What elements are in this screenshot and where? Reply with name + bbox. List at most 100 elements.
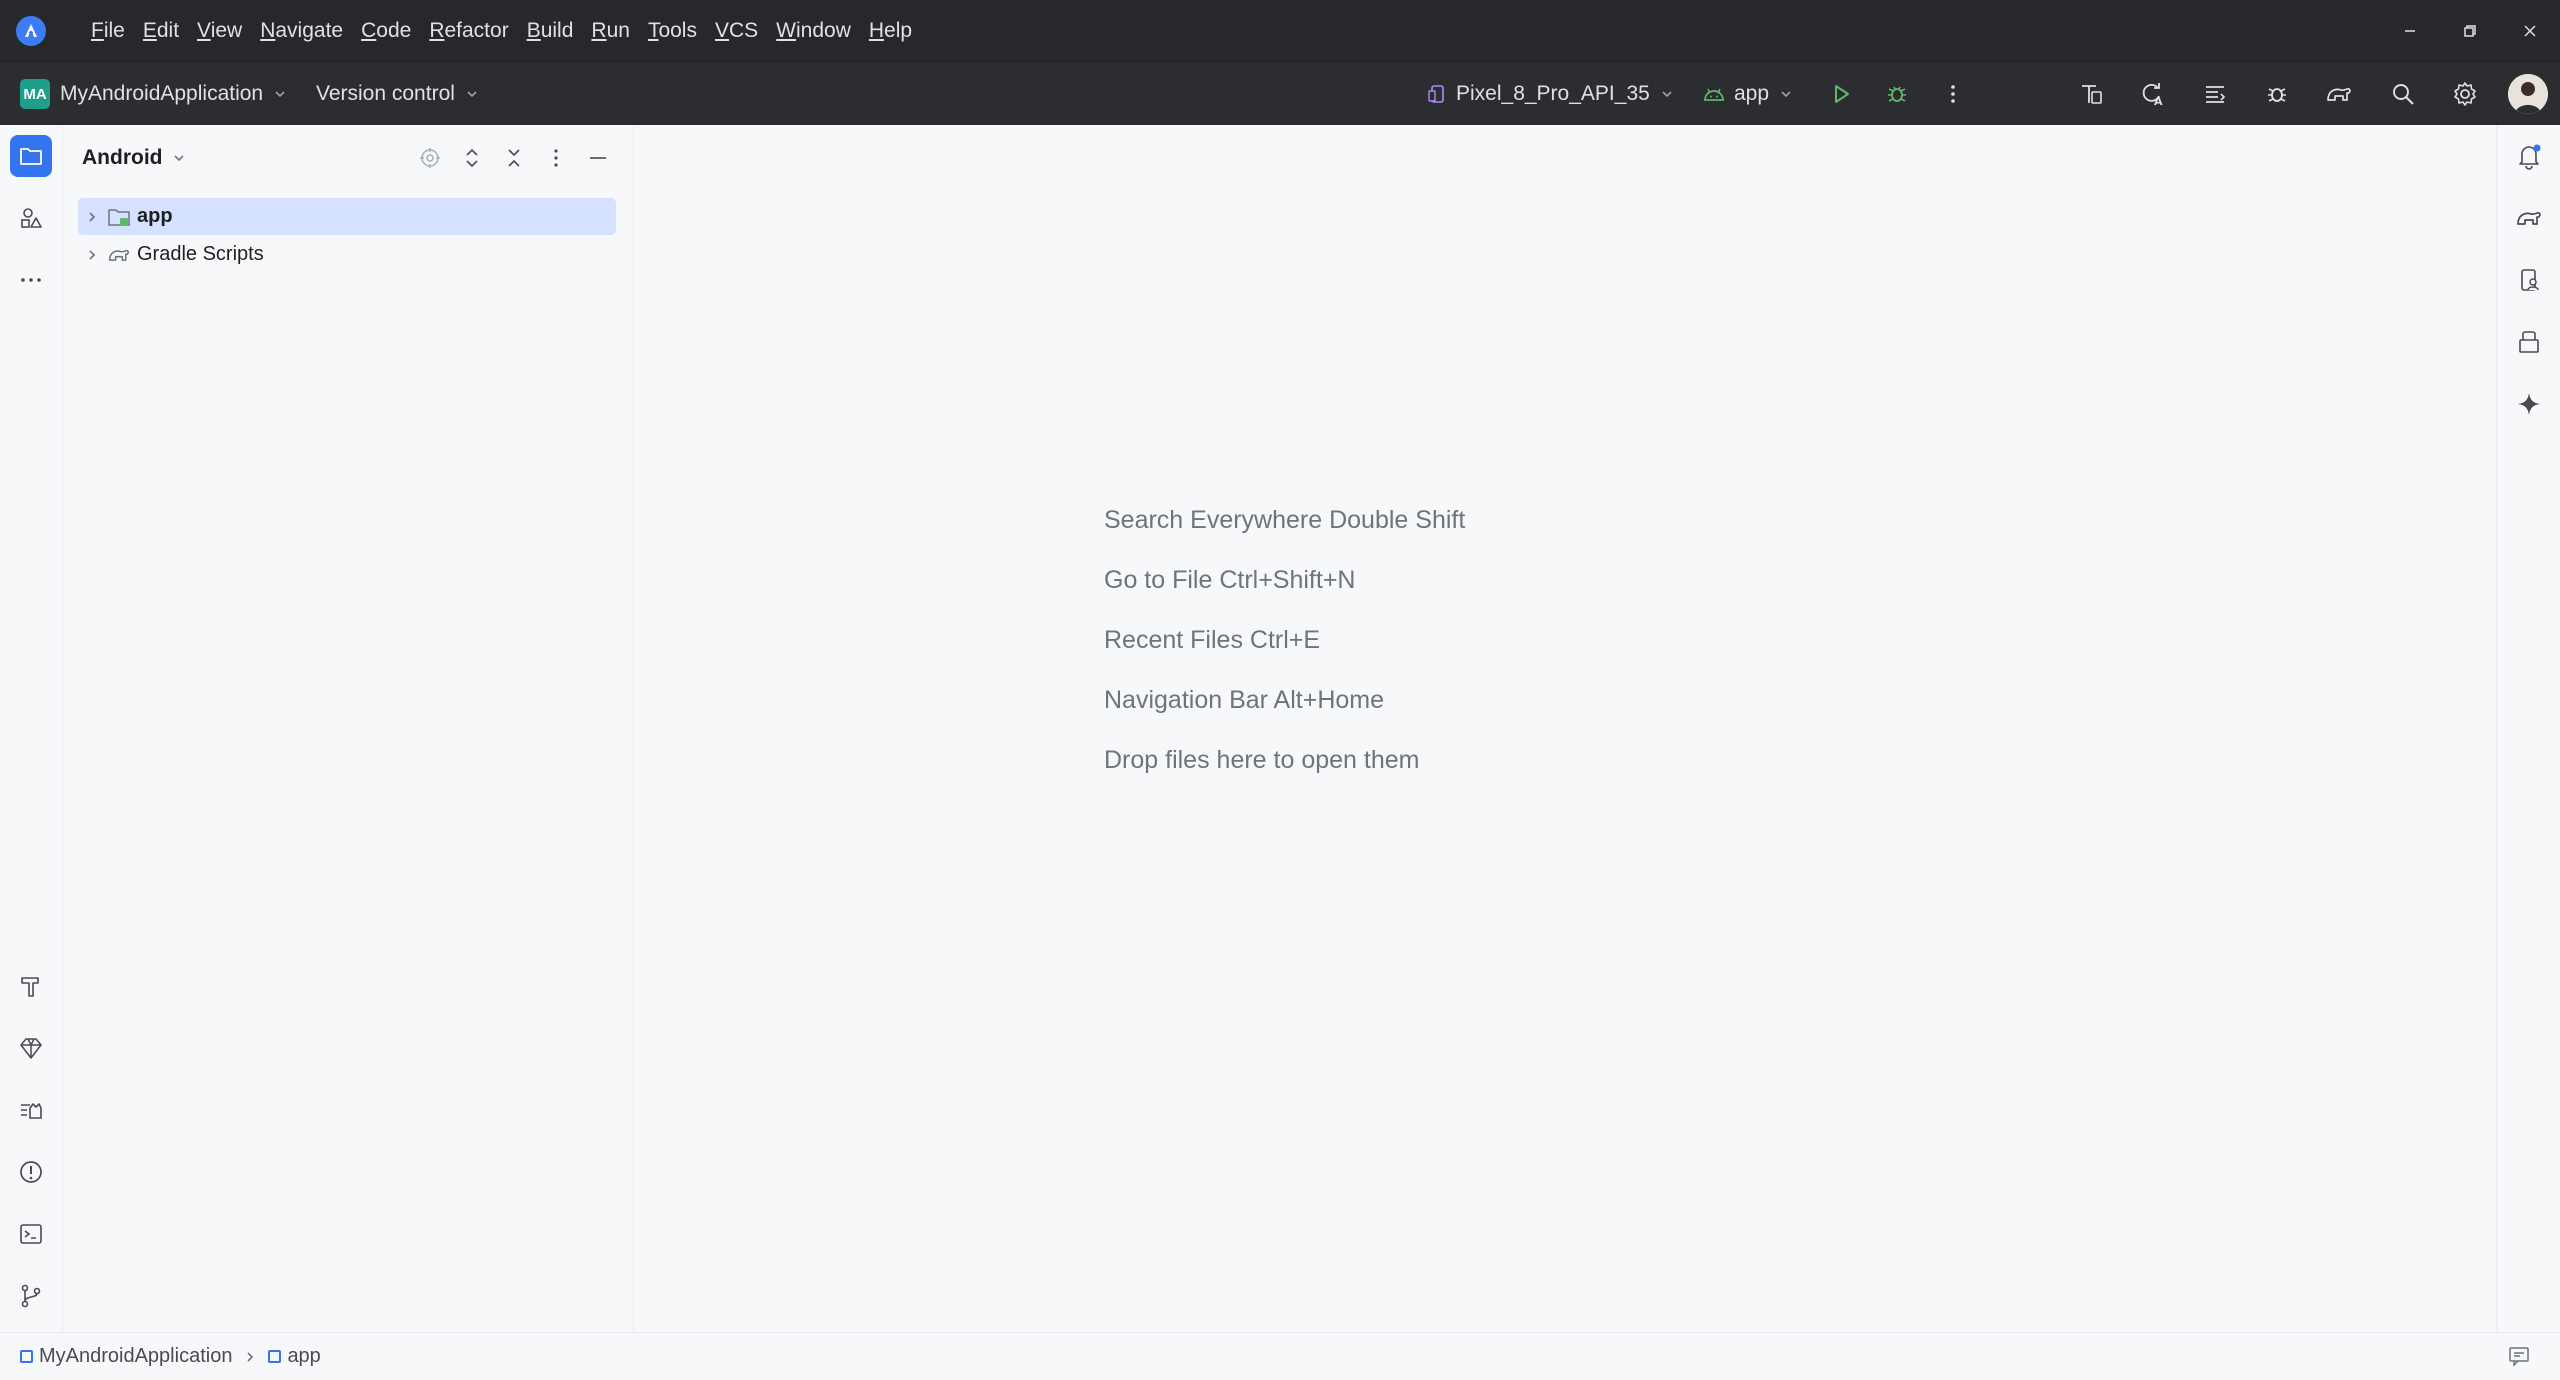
run-configuration-selector[interactable]: app (1694, 75, 1801, 113)
menu-code[interactable]: Code (352, 11, 420, 51)
menu-build[interactable]: Build (518, 11, 583, 51)
menu-run[interactable]: Run (582, 11, 639, 51)
more-actions-button[interactable] (1934, 75, 1972, 113)
version-control-selector[interactable]: Version control (308, 75, 487, 113)
run-button[interactable] (1822, 75, 1860, 113)
module-icon (268, 1350, 282, 1363)
more-tools-button[interactable] (10, 259, 52, 301)
project-tool-button[interactable] (10, 135, 52, 177)
warning-circle-icon (20, 1161, 42, 1183)
device-manager-button[interactable] (2508, 259, 2550, 301)
chevron-down-icon (1662, 91, 1672, 98)
crosshair-icon (420, 148, 440, 168)
more-vertical-icon (1951, 85, 1955, 103)
menu-vcs[interactable]: VCS (706, 11, 767, 51)
menu-navigate[interactable]: Navigate (251, 11, 352, 51)
gradle-elephant-icon (2327, 87, 2351, 101)
logcat-button[interactable] (2196, 75, 2234, 113)
right-tool-stripe (2496, 125, 2560, 1332)
menu-view[interactable]: View (188, 11, 251, 51)
editor-area[interactable]: Search Everywhere Double Shift Go to Fil… (635, 125, 2495, 1332)
expand-all-icon (466, 148, 478, 168)
restore-button[interactable] (2440, 0, 2500, 61)
left-tool-stripe (0, 125, 63, 1332)
cat-insights-icon (21, 1103, 42, 1119)
gear-icon (2454, 82, 2476, 106)
debug-bug-icon (1888, 86, 1906, 102)
menu-file[interactable]: File (82, 11, 134, 51)
terminal-icon (20, 1224, 42, 1244)
git-branch-icon (21, 1284, 41, 1308)
collapse-all-icon (508, 149, 520, 167)
minimize-button[interactable] (2380, 0, 2440, 61)
menu-window[interactable]: Window (767, 11, 860, 51)
hint-search-everywhere: Search Everywhere Double Shift (1104, 506, 1466, 534)
project-panel-header: Android (64, 125, 634, 191)
chevron-down-icon (467, 91, 477, 98)
close-window-button[interactable] (2500, 0, 2560, 61)
android-studio-logo-icon[interactable] (16, 15, 46, 46)
menu-edit[interactable]: Edit (134, 11, 188, 51)
apply-changes-button[interactable]: A (2134, 75, 2172, 113)
sync-gradle-button[interactable] (2072, 75, 2110, 113)
android-icon (1704, 88, 1724, 101)
menu-help[interactable]: Help (860, 11, 921, 51)
tree-node-app[interactable]: app (78, 198, 616, 235)
list-lines-icon (2206, 86, 2226, 103)
comment-icon (2509, 1347, 2529, 1367)
window-controls (2380, 0, 2560, 61)
empty-editor-hints: Search Everywhere Double Shift Go to Fil… (1104, 490, 1465, 790)
chevron-right-icon (89, 249, 96, 260)
user-avatar[interactable] (2508, 74, 2548, 114)
main-toolbar: MA MyAndroidApplication Version control … (0, 61, 2560, 125)
terminal-tool-button[interactable] (10, 1213, 52, 1255)
attach-debugger-button[interactable] (2258, 75, 2296, 113)
hide-panel-button[interactable] (582, 142, 614, 174)
diamond-gem-icon (20, 1038, 42, 1059)
chevron-right-icon (247, 1351, 254, 1362)
project-view-selector[interactable]: Android (82, 143, 186, 173)
app-quality-insights-button[interactable] (10, 1089, 52, 1131)
expand-arrow[interactable] (78, 198, 106, 235)
version-control-label: Version control (316, 82, 455, 105)
project-tool-window: Android app Gradle Scripts (64, 125, 634, 1332)
avatar-icon (2508, 74, 2548, 114)
expand-arrow[interactable] (78, 236, 106, 273)
menu-bar: File Edit View Navigate Code Refactor Bu… (0, 0, 2560, 61)
gemini-ai-button[interactable] (2508, 383, 2550, 425)
problems-tool-button[interactable] (10, 1151, 52, 1193)
gradle-elephant-icon (2517, 211, 2541, 225)
build-tool-button[interactable] (10, 965, 52, 1007)
sparkle-icon (2518, 393, 2540, 415)
version-control-tool-button[interactable] (10, 1275, 52, 1317)
gemini-tool-button[interactable] (10, 1027, 52, 1069)
menu-refactor[interactable]: Refactor (420, 11, 517, 51)
apply-changes-icon: A (2142, 83, 2163, 107)
gradle-tool-button[interactable] (2508, 197, 2550, 239)
breadcrumb-app[interactable]: app (268, 1345, 321, 1368)
search-everywhere-button[interactable] (2384, 75, 2422, 113)
shapes-icon (21, 208, 42, 228)
status-widget-button[interactable] (2508, 1345, 2530, 1367)
resource-manager-button[interactable] (10, 197, 52, 239)
notifications-button[interactable] (2508, 135, 2550, 177)
debug-button[interactable] (1878, 75, 1916, 113)
collapse-all-button[interactable] (498, 142, 530, 174)
run-config-name: app (1734, 82, 1770, 105)
breadcrumb-label: MyAndroidApplication (39, 1345, 233, 1367)
settings-button[interactable] (2446, 75, 2484, 113)
restore-icon (2464, 24, 2476, 37)
tree-node-gradle-scripts[interactable]: Gradle Scripts (78, 236, 616, 273)
expand-all-button[interactable] (456, 142, 488, 174)
breadcrumb-project[interactable]: MyAndroidApplication (20, 1345, 232, 1368)
profiler-button[interactable] (2320, 75, 2358, 113)
run-play-icon (1835, 85, 1849, 103)
hint-drop-files: Drop files here to open them (1104, 746, 1420, 774)
project-selector[interactable]: MA MyAndroidApplication (12, 75, 295, 113)
minimize-icon (590, 157, 606, 159)
panel-options-button[interactable] (540, 142, 572, 174)
select-opened-file-button[interactable] (414, 142, 446, 174)
running-devices-button[interactable] (2508, 321, 2550, 363)
device-selector[interactable]: Pixel_8_Pro_API_35 (1418, 75, 1682, 113)
menu-tools[interactable]: Tools (639, 11, 706, 51)
